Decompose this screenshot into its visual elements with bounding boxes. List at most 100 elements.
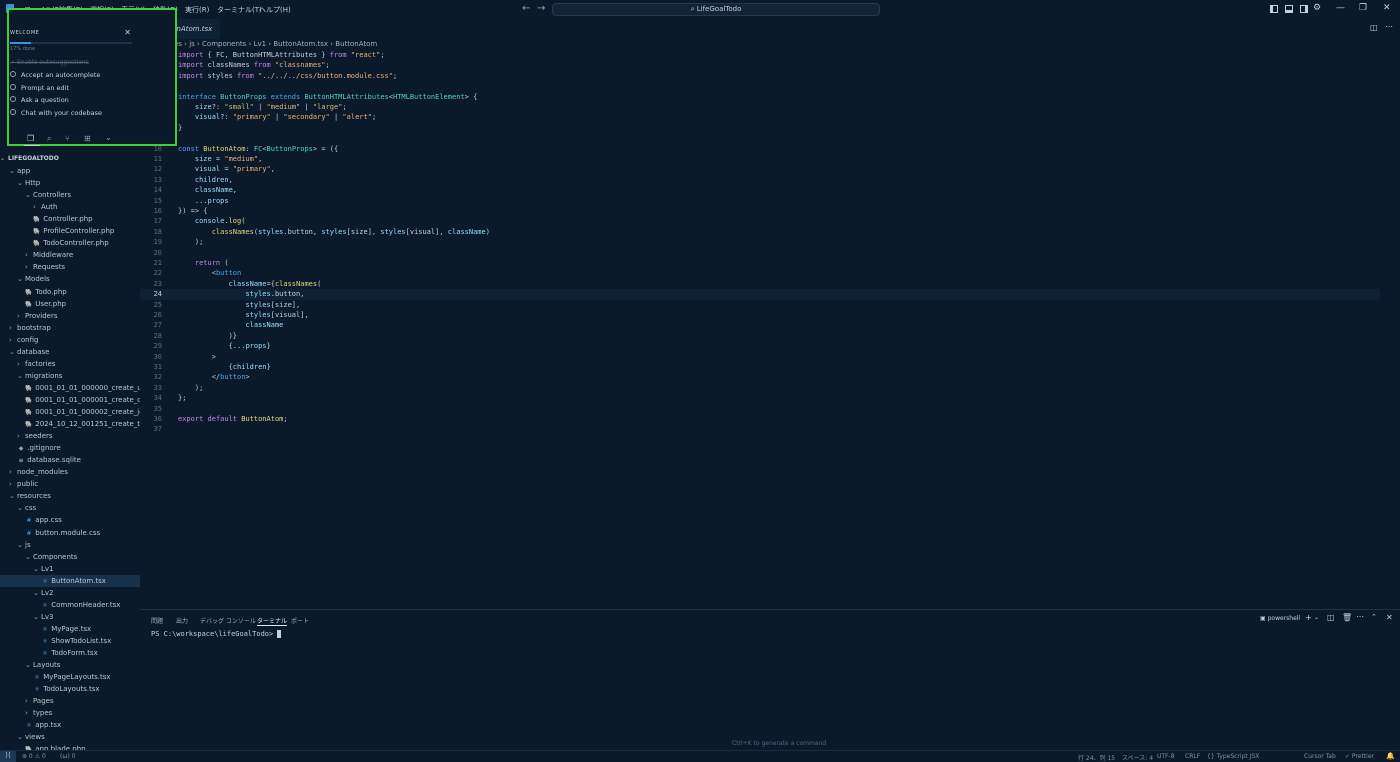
status-right-item[interactable]: {} TypeScript JSX [1207,753,1259,760]
tree-item[interactable]: 🐘 Controller.php [0,213,140,225]
tree-item[interactable]: › public [0,478,140,490]
status-left-item[interactable]: (ω) 0 [60,753,75,760]
menu-item-6[interactable]: ターミナル(T) [217,5,262,15]
code-line[interactable]: 8} [140,123,1380,133]
more-actions-icon[interactable]: ⋯ [1356,612,1364,621]
panel-tab-2[interactable]: デバッグ コンソール [200,616,256,625]
status-right-item[interactable]: Cursor Tab [1304,753,1336,760]
tree-item[interactable]: › Requests [0,261,140,273]
code-line[interactable]: 29 {...props} [140,341,1380,351]
settings-gear-icon[interactable]: ⚙ [1313,3,1321,13]
tree-item[interactable]: ⚛ TodoLayouts.tsx [0,683,140,695]
code-editor[interactable]: 1import { FC, ButtonHTMLAttributes } fro… [140,50,1385,605]
tree-item[interactable]: › bootstrap [0,322,140,334]
tree-item[interactable]: 🐘 app.blade.php [0,743,140,750]
tree-item[interactable]: ⌄ js [0,539,140,551]
code-line[interactable]: 19 ); [140,237,1380,247]
status-right-item[interactable]: ✓ Prettier [1345,753,1374,760]
status-left-item[interactable]: ⊗ 0 ⚠ 0 [22,753,46,760]
welcome-item[interactable]: Ask a question [10,96,69,104]
tree-item[interactable]: 🐘 ProfileController.php [0,225,140,237]
tree-item[interactable]: ⌄ resources [0,490,140,502]
code-line[interactable]: 32 </button> [140,372,1380,382]
tree-item[interactable]: › Auth [0,201,140,213]
code-line[interactable]: 13 children, [140,175,1380,185]
breadcrumb-item[interactable]: ButtonAtom.tsx [273,40,328,48]
tree-item[interactable]: › config [0,334,140,346]
toggle-secondary-sidebar-icon[interactable] [1300,5,1308,13]
code-line[interactable]: 35 [140,404,1380,414]
panel-tab-3[interactable]: ターミナル [257,616,288,626]
code-line[interactable]: 28 )} [140,331,1380,341]
tree-item[interactable]: ⌄ Http [0,177,140,189]
code-line[interactable]: 11 size = "medium", [140,154,1380,164]
close-panel-icon[interactable]: ✕ [1386,613,1393,622]
menu-item-7[interactable]: ヘルプ(H) [259,5,291,15]
terminal-prompt[interactable]: PS C:\workspace\lifeGoalTodo> [151,630,282,638]
close-window-button[interactable]: ✕ [1383,3,1391,13]
tree-item[interactable]: # app.css [0,514,140,526]
code-line[interactable]: 27 className [140,320,1380,330]
tree-item[interactable]: ⌄ database [0,346,140,358]
code-line[interactable]: 31 {children} [140,362,1380,372]
tree-item[interactable]: 🐘 0001_01_01_000000_create_users_... [0,382,140,394]
code-line[interactable]: 25 styles[size], [140,300,1380,310]
split-editor-icon[interactable]: ◫ [1370,23,1378,32]
code-line[interactable]: 4 [140,81,1380,91]
more-views-chevron-icon[interactable]: ⌄ [105,133,112,142]
tree-item[interactable]: ≡ database.sqlite [0,454,140,466]
tree-item[interactable]: ⚛ ButtonAtom.tsx [0,574,140,587]
tree-item[interactable]: 🐘 Todo.php [0,286,140,298]
maximize-panel-icon[interactable]: ⌃ [1371,613,1377,621]
menu-item-5[interactable]: 実行(R) [185,5,209,15]
code-line[interactable]: 17 console.log( [140,216,1380,226]
code-line[interactable]: 34}; [140,393,1380,403]
code-line[interactable]: 3import styles from "../../../css/button… [140,71,1380,81]
tree-item[interactable]: ⚛ MyPageLayouts.tsx [0,671,140,683]
code-line[interactable]: 1import { FC, ButtonHTMLAttributes } fro… [140,50,1380,60]
tree-item[interactable]: ⌄ Models [0,273,140,285]
minimize-button[interactable]: — [1336,3,1345,13]
explorer-root[interactable]: ⌄ LIFEGOALTODO [0,153,140,165]
panel-tab-1[interactable]: 出力 [176,616,188,625]
code-line[interactable]: 7 visual?: "primary" | "secondary" | "al… [140,112,1380,122]
toggle-sidebar-icon[interactable] [1270,5,1278,13]
code-line[interactable]: 23 className={classNames( [140,279,1380,289]
notifications-bell-icon[interactable]: 🔔 [1386,752,1395,760]
code-line[interactable]: 36 export default ButtonAtom; [140,414,1380,424]
chevron-down-icon[interactable]: ⌄ [1314,614,1319,621]
forward-arrow-icon[interactable]: → [537,3,545,14]
tree-item[interactable]: ⌄ Lv3 [0,611,140,623]
code-line[interactable]: 37 [140,424,1380,434]
code-line[interactable]: 26 styles[visual], [140,310,1380,320]
code-line[interactable]: 21 return ( [140,258,1380,268]
code-line[interactable]: 14 className, [140,185,1380,195]
tree-item[interactable]: ⌄ Lv1 [0,563,140,575]
code-line[interactable]: 9 [140,133,1380,143]
split-terminal-icon[interactable]: ◫ [1327,613,1335,622]
welcome-close-icon[interactable]: ✕ [124,28,131,37]
tree-item[interactable]: › types [0,707,140,719]
code-line[interactable]: 15 ...props [140,196,1380,206]
tree-item[interactable]: ◆ .gitignore [0,442,140,454]
tree-item[interactable]: ⚛ MyPage.tsx [0,623,140,635]
more-actions-icon[interactable]: ⋯ [1385,22,1393,31]
welcome-item[interactable]: Accept an autocomplete [10,71,100,79]
back-arrow-icon[interactable]: ← [522,3,530,14]
breadcrumb-item[interactable]: ButtonAtom [335,40,377,48]
files-icon[interactable]: ❐ [27,134,34,143]
tree-item[interactable]: › factories [0,358,140,370]
remote-indicator-icon[interactable]: ⟩⟨ [0,751,16,762]
extensions-icon[interactable]: ⊞ [84,134,91,143]
new-terminal-plus-icon[interactable]: + [1305,613,1312,622]
tree-item[interactable]: ⌄ views [0,731,140,743]
tree-item[interactable]: › Pages [0,695,140,707]
tree-item[interactable]: 🐘 2024_10_12_001251_create_todos... [0,418,140,430]
code-line[interactable]: 12 visual = "primary", [140,164,1380,174]
source-control-icon[interactable]: ⑂ [65,134,70,143]
tree-item[interactable]: ⚛ CommonHeader.tsx [0,599,140,611]
welcome-item[interactable]: Chat with your codebase [10,108,102,117]
code-line[interactable]: 30 > [140,352,1380,362]
restore-button[interactable]: ❐ [1359,3,1367,13]
panel-tab-4[interactable]: ポート [291,616,309,625]
